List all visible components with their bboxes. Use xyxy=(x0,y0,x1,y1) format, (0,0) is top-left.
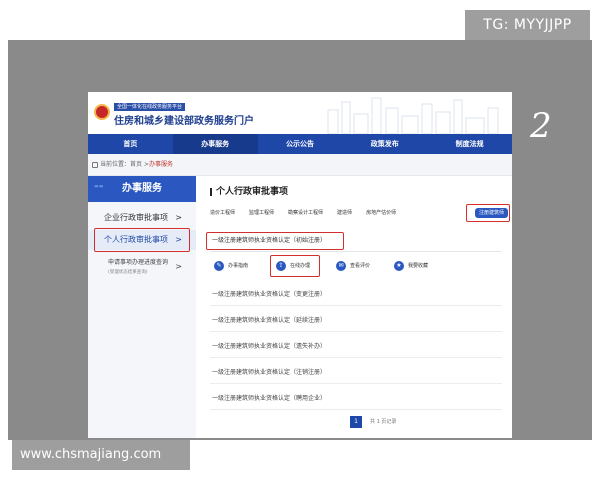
list-item-label: 一级注册建筑师执业资格认定（延续注册） xyxy=(212,317,327,324)
highlight-box-apply xyxy=(270,255,320,277)
nav-policies[interactable]: 政策发布 xyxy=(342,134,427,154)
list-item-label: 一级注册建筑师执业资格认定（遗失补办） xyxy=(212,343,327,350)
step-number: 2 xyxy=(530,106,552,146)
list-item-label: 一级注册建筑师执业资格认定（注销注册） xyxy=(212,369,327,376)
sidebar-item-label: 申请事项办理进度查询 xyxy=(108,259,169,266)
title-bar-icon xyxy=(210,187,212,196)
guide-button[interactable]: ✎ 办事指南 xyxy=(214,258,248,274)
highlight-box-item xyxy=(206,232,344,250)
chevron-right-icon: > xyxy=(175,262,182,271)
highlight-box-tab xyxy=(466,204,510,222)
nav-home[interactable]: 首页 xyxy=(88,134,173,154)
item-actions: ✎ 办事指南 ⇪ 在线办理 ✉ 查看评价 ★ 我要收藏 xyxy=(214,258,504,274)
national-emblem-icon xyxy=(94,104,110,120)
sidebar-heading: ⁼⁼ 办事服务 xyxy=(88,176,196,202)
pagination: 1 共 1 页记录 xyxy=(200,416,512,430)
comment-icon: ✉ xyxy=(336,260,346,271)
view-reviews-label: 查看评价 xyxy=(350,263,371,269)
list-item[interactable]: 一级注册建筑师执业资格认定（注销注册） xyxy=(210,362,502,384)
sidebar-item-progress-query[interactable]: 申请事项办理进度查询 (受理状态结果查询) > xyxy=(88,258,196,282)
sidebar-item-sublabel: (受理状态结果查询) xyxy=(108,270,148,275)
compass-icon: ✎ xyxy=(214,260,224,271)
item-divider xyxy=(210,251,502,252)
breadcrumb-current: 办事服务 xyxy=(148,161,173,168)
sidebar-item-enterprise-approvals[interactable]: 企业行政审批事项 > xyxy=(88,210,196,226)
skyline-illustration xyxy=(327,97,499,134)
top-watermark: TG: MYYJJPP xyxy=(465,10,590,40)
guide-button-label: 办事指南 xyxy=(228,263,249,269)
highlight-box-sidebar xyxy=(94,228,190,252)
main-navbar: 首页 办事服务 公示公告 政策发布 制度法规 xyxy=(88,134,512,154)
portal-screen: 全国一体化在线政务服务平台 住房和城乡建设部政务服务门户 首页 办事服务 公示公… xyxy=(88,92,512,438)
main-content: 个人行政审批事项 造价工程师 监理工程师 勘察设计工程师 建造师 房地产估价师 … xyxy=(200,176,512,438)
portal-header: 全国一体化在线政务服务平台 住房和城乡建设部政务服务门户 xyxy=(88,92,512,134)
sidebar-decoration-icon: ⁼⁼ xyxy=(94,184,104,194)
bottom-watermark: www.chsmajiang.com xyxy=(12,440,190,470)
list-item[interactable]: 一级注册建筑师执业资格认定（聘用企业） xyxy=(210,388,502,410)
profession-tabs: 造价工程师 监理工程师 勘察设计工程师 建造师 房地产估价师 注册建筑师 xyxy=(210,206,510,220)
chevron-right-icon: > xyxy=(175,213,182,222)
section-title-text: 个人行政审批事项 xyxy=(216,187,289,197)
star-icon: ★ xyxy=(394,260,404,271)
list-item-label: 一级注册建筑师执业资格认定（变更注册） xyxy=(212,291,327,298)
nav-announcements[interactable]: 公示公告 xyxy=(258,134,343,154)
list-item-label: 一级注册建筑师执业资格认定（聘用企业） xyxy=(212,395,327,402)
list-item[interactable]: 一级注册建筑师执业资格认定（延续注册） xyxy=(210,310,502,332)
home-icon xyxy=(92,161,98,168)
list-item[interactable]: 一级注册建筑师执业资格认定（变更注册） xyxy=(210,284,502,306)
section-title: 个人行政审批事项 xyxy=(210,184,288,197)
tab-survey-design-engineer[interactable]: 勘察设计工程师 xyxy=(288,206,323,220)
screenshot-stage: TG: MYYJJPP 2 全国一体化在线政务服务平台 住房和城乡建设部政务服务… xyxy=(0,0,600,480)
tab-constructor[interactable]: 建造师 xyxy=(337,206,352,220)
sidebar-heading-label: 办事服务 xyxy=(122,183,162,194)
portal-platform-tag: 全国一体化在线政务服务平台 xyxy=(114,103,186,111)
page-number-button[interactable]: 1 xyxy=(350,416,362,428)
tab-supervision-engineer[interactable]: 监理工程师 xyxy=(249,206,274,220)
list-item[interactable]: 一级注册建筑师执业资格认定（遗失补办） xyxy=(210,336,502,358)
favorite-label: 我要收藏 xyxy=(408,263,429,269)
tab-real-estate-appraiser[interactable]: 房地产估价师 xyxy=(366,206,396,220)
favorite-button[interactable]: ★ 我要收藏 xyxy=(394,258,428,274)
portal-title[interactable]: 住房和城乡建设部政务服务门户 xyxy=(114,112,254,127)
sidebar-item-label: 企业行政审批事项 xyxy=(104,213,168,222)
breadcrumb: 当前位置：首页 >办事服务 xyxy=(88,154,512,176)
sidebar: ⁼⁼ 办事服务 企业行政审批事项 > 个人行政审批事项 > 申请事项办理进度查询… xyxy=(88,176,196,438)
tab-cost-engineer[interactable]: 造价工程师 xyxy=(210,206,235,220)
breadcrumb-prefix[interactable]: 当前位置：首页 > xyxy=(100,161,149,168)
nav-services[interactable]: 办事服务 xyxy=(172,134,258,154)
nav-regulations[interactable]: 制度法规 xyxy=(427,134,512,154)
view-reviews-button[interactable]: ✉ 查看评价 xyxy=(336,258,370,274)
page-total-text: 共 1 页记录 xyxy=(370,419,397,425)
